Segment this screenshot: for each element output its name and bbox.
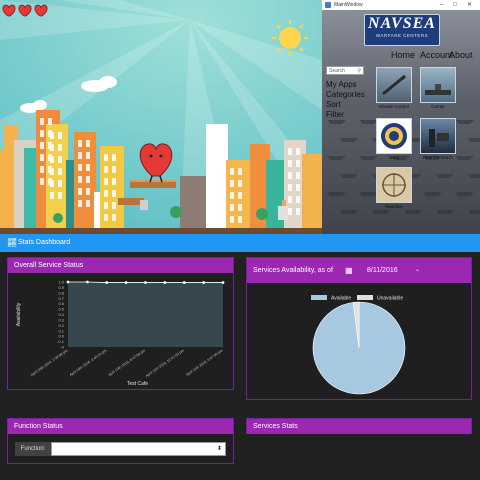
overall-status-chart: 1.00.90.80.70.60.50.40.30.20.10.0-0.1-0A… <box>16 280 225 387</box>
plot-area <box>68 282 223 347</box>
data-point <box>105 281 109 284</box>
legend-label: Unavailable <box>377 296 403 302</box>
sidebar-item-categories[interactable]: Categories <box>326 90 365 99</box>
chevron-down-icon[interactable]: ⌄ <box>415 258 420 283</box>
function-label: Function: <box>15 442 51 456</box>
tile-label: Navy <box>388 155 400 160</box>
minimize-button[interactable]: – <box>440 0 443 10</box>
y-tick-label: -0 <box>60 345 64 350</box>
data-point <box>221 281 225 284</box>
dropdown-arrow-icon: ⬍ <box>216 446 222 452</box>
maximize-button[interactable]: □ <box>453 0 457 10</box>
data-point <box>85 280 89 284</box>
y-tick-label: 0.9 <box>58 285 64 290</box>
tile-label: Reaches <box>385 204 403 209</box>
data-point <box>182 281 186 284</box>
tile-missile-control[interactable] <box>376 67 412 103</box>
card-title: Services Stats <box>247 419 471 434</box>
data-point <box>163 281 167 284</box>
y-tick-label: 0.2 <box>58 323 64 328</box>
nav-home[interactable]: Home <box>391 50 415 60</box>
nav-account[interactable]: Account <box>420 50 453 60</box>
tile-reaches[interactable] <box>376 167 412 203</box>
availability-pie-chart: Available Unavailable <box>311 295 406 395</box>
x-tick-label: April 10th 2016, 6:47:09 pm <box>108 349 146 378</box>
nav-about[interactable]: About <box>449 50 473 60</box>
y-tick-label: 0.1 <box>58 328 64 333</box>
date-input[interactable]: 8/11/2016 <box>367 258 398 283</box>
sidebar-item-filter[interactable]: Filter <box>326 110 344 119</box>
y-tick-label: -0.1 <box>57 339 65 344</box>
dashboard-header: 📈︎ Stats Dashboard <box>0 234 480 252</box>
y-tick-label: 1.0 <box>58 280 64 285</box>
window-titlebar: MainWindow – □ ✕ <box>322 0 480 10</box>
x-tick-label: April 10th 2016, 2:46:14 pm <box>69 349 107 378</box>
card-title: Services Availability, as of <box>253 267 333 274</box>
sidebar-item-my-apps[interactable]: My Apps <box>326 80 357 89</box>
window-title: MainWindow <box>334 2 363 8</box>
y-tick-label: 0.7 <box>58 296 64 301</box>
y-tick-label: 0.0 <box>58 334 64 339</box>
game-panel <box>0 0 322 234</box>
services-stats-card: Services Stats <box>246 418 472 434</box>
x-tick-label: April 11th 2016, 6:47:09 pm <box>185 349 223 377</box>
y-tick-label: 0.4 <box>58 312 64 317</box>
data-point <box>124 281 128 284</box>
x-tick-label: April 11th 2016, 12:41:09 pm <box>145 349 185 379</box>
game-scene <box>0 0 322 234</box>
app-icon <box>325 2 331 8</box>
function-select[interactable]: ⬍ <box>51 442 226 456</box>
x-tick-label: April 10th 2016, 2:38:08 pm <box>30 349 68 378</box>
card-title: Function Status <box>8 419 233 434</box>
legend-label: Available <box>331 296 351 302</box>
search-input[interactable]: Search ⚲ <box>326 66 364 75</box>
function-status-card: Function Status Function: ⬍ <box>7 418 234 464</box>
tile-carrier[interactable] <box>420 67 456 103</box>
legend-swatch <box>311 295 327 300</box>
close-button[interactable]: ✕ <box>467 0 472 10</box>
search-icon: ⚲ <box>357 68 361 74</box>
calendar-icon[interactable]: ▦ <box>345 258 353 283</box>
tile-label: Rear for Watch <box>422 155 454 160</box>
tile-label: Missile Control <box>379 104 409 109</box>
tile-navy[interactable] <box>376 118 412 154</box>
availability-card: Services Availability, as of ▦ 8/11/2016… <box>246 257 472 400</box>
navsea-logo: NAVSEA WARFARE CENTERS <box>364 14 440 46</box>
y-axis-label: Availability <box>16 302 22 326</box>
sidebar-item-sort[interactable]: Sort <box>326 100 341 109</box>
legend-swatch <box>357 295 373 300</box>
y-tick-label: 0.6 <box>58 301 64 306</box>
chart-line-icon: 📈︎ <box>7 238 18 247</box>
tile-label: Carrier <box>431 104 445 109</box>
data-point <box>66 280 70 284</box>
card-title: Overall Service Status <box>8 258 233 273</box>
data-point <box>202 281 206 284</box>
app-window: MainWindow – □ ✕ NAVSEA WARFARE CENTERS … <box>322 0 480 234</box>
y-tick-label: 0.5 <box>58 307 64 312</box>
card-header: Services Availability, as of ▦ 8/11/2016… <box>247 258 471 283</box>
lives-heart-icons <box>2 4 48 17</box>
x-axis-label: Test Cafe <box>127 381 148 387</box>
overall-status-card: Overall Service Status 1.0 0.9 0.8 0.7 0.6 0.… <box>7 257 234 390</box>
data-point <box>144 281 147 284</box>
tile-rear-for-watch[interactable] <box>420 118 456 154</box>
y-tick-label: 0.3 <box>58 317 64 322</box>
y-tick-label: 0.8 <box>58 290 64 295</box>
dashboard-title: Stats Dashboard <box>18 239 71 246</box>
